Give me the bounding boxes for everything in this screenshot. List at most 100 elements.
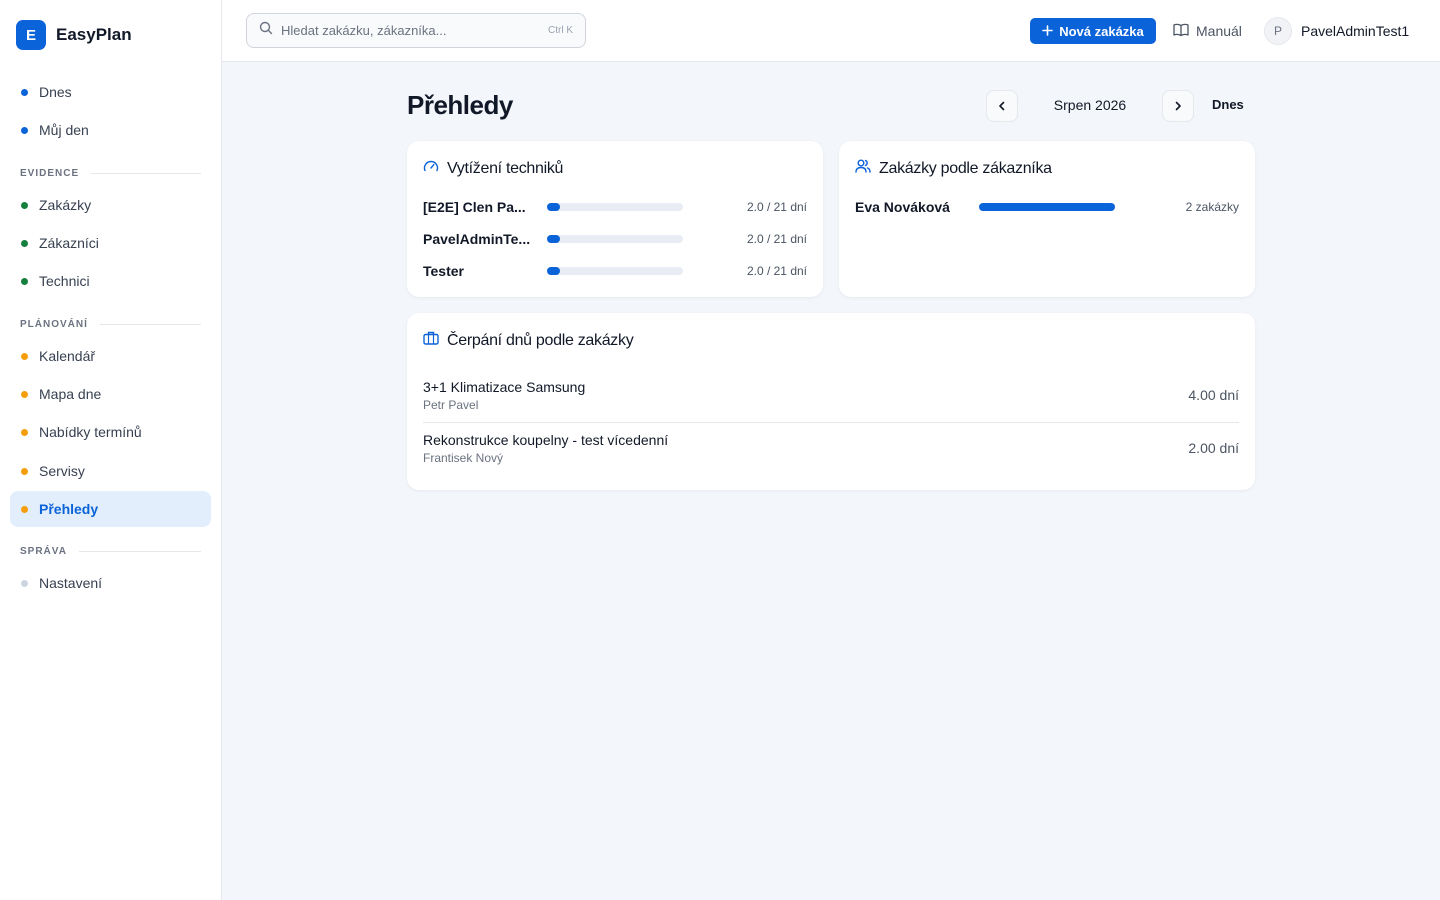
dot-icon: [21, 505, 28, 513]
sidebar-item-prehledy[interactable]: Přehledy: [10, 491, 211, 527]
utilization-value: 2.0 / 21 dní: [746, 264, 807, 278]
sidebar-item-zakazky[interactable]: Zakázky: [10, 187, 211, 223]
sidebar-item-label: Technici: [39, 273, 90, 289]
technician-row: PavelAdminTe... 2.0 / 21 dní: [423, 229, 807, 249]
orders-bar-fill: [979, 203, 1115, 211]
dot-icon: [21, 88, 28, 96]
page-title: Přehledy: [407, 90, 513, 120]
card-title: Čerpání dnů podle zakázky: [423, 331, 634, 350]
chevron-right-icon: [1173, 99, 1183, 114]
sidebar-item-label: Mapa dne: [39, 386, 102, 402]
technician-row: Tester 2.0 / 21 dní: [423, 261, 807, 281]
user-menu[interactable]: P PavelAdminTest1: [1264, 17, 1409, 45]
section-title: EVIDENCE: [20, 168, 80, 179]
card-title: Zakázky podle zákazníka: [855, 159, 1052, 178]
utilization-value: 2.0 / 21 dní: [746, 200, 807, 214]
briefcase-icon: [423, 331, 439, 350]
topbar: Hledat zakázku, zákazníka... Ctrl K Nová…: [222, 0, 1440, 62]
sidebar-item-servisy[interactable]: Servisy: [10, 453, 211, 489]
gauge-icon: [423, 159, 439, 178]
utilization-bar-fill: [547, 235, 560, 243]
search-placeholder: Hledat zakázku, zákazníka...: [281, 23, 447, 38]
search-input[interactable]: Hledat zakázku, zákazníka... Ctrl K: [246, 13, 586, 48]
card-title-text: Čerpání dnů podle zakázky: [447, 331, 634, 349]
search-icon: [259, 21, 273, 40]
sidebar-item-label: Přehledy: [39, 501, 99, 517]
book-icon: [1173, 23, 1189, 40]
order-name: Rekonstrukce koupelny - test vícedenní: [423, 432, 669, 448]
divider: [91, 173, 201, 174]
technician-row: [E2E] Clen Pa... 2.0 / 21 dní: [423, 197, 807, 217]
next-month-button[interactable]: [1162, 90, 1194, 122]
new-order-button[interactable]: Nová zakázka: [1030, 18, 1156, 44]
dot-icon: [21, 428, 28, 436]
section-planovani: PLÁNOVÁNÍ: [20, 319, 201, 330]
sidebar-item-muj-den[interactable]: Můj den: [10, 112, 211, 148]
brand-logo: E: [16, 20, 46, 50]
section-title: PLÁNOVÁNÍ: [20, 319, 88, 330]
today-button[interactable]: Dnes: [1212, 97, 1244, 112]
dot-icon: [21, 126, 28, 134]
orders-bar: [979, 203, 1115, 211]
sidebar-item-label: Servisy: [39, 463, 85, 479]
sidebar-item-kalendar[interactable]: Kalendář: [10, 338, 211, 374]
card-title-text: Zakázky podle zákazníka: [879, 159, 1052, 177]
users-icon: [855, 159, 871, 178]
brand-name: EasyPlan: [56, 25, 132, 44]
divider: [78, 551, 201, 552]
card-title-text: Vytížení techniků: [447, 159, 564, 177]
technician-utilization-card: Vytížení techniků [E2E] Clen Pa... 2.0 /…: [407, 141, 823, 297]
sidebar-item-label: Zakázky: [39, 197, 92, 213]
user-name: PavelAdminTest1: [1301, 23, 1410, 39]
sidebar-item-mapa-dne[interactable]: Mapa dne: [10, 376, 211, 412]
customer-name: Eva Nováková: [855, 199, 950, 215]
avatar: P: [1264, 17, 1292, 45]
dot-icon: [21, 352, 28, 360]
order-customer: Petr Pavel: [423, 398, 479, 412]
card-title: Vytížení techniků: [423, 159, 563, 178]
sidebar-item-label: Můj den: [39, 122, 89, 138]
sidebar-item-zakaznici[interactable]: Zákazníci: [10, 225, 211, 261]
sidebar-item-nabidky-terminu[interactable]: Nabídky termínů: [10, 414, 211, 450]
prev-month-button[interactable]: [986, 90, 1018, 122]
plus-icon: [1042, 24, 1054, 39]
order-row[interactable]: Rekonstrukce koupelny - test vícedenní F…: [423, 432, 1239, 476]
dot-icon: [21, 579, 28, 587]
sidebar-item-label: Dnes: [39, 84, 72, 100]
utilization-bar: [547, 235, 683, 243]
sidebar-item-nastaveni[interactable]: Nastavení: [10, 565, 211, 601]
dot-icon: [21, 277, 28, 285]
sidebar-item-label: Nabídky termínů: [39, 424, 142, 440]
days-by-order-card: Čerpání dnů podle zakázky 3+1 Klimatizac…: [407, 313, 1255, 490]
technician-name: [E2E] Clen Pa...: [423, 199, 526, 215]
section-title: SPRÁVA: [20, 546, 67, 557]
manual-link[interactable]: Manuál: [1173, 18, 1242, 44]
dot-icon: [21, 467, 28, 475]
order-days: 4.00 dní: [1188, 387, 1239, 403]
technician-name: PavelAdminTe...: [423, 231, 531, 247]
order-name: 3+1 Klimatizace Samsung: [423, 379, 586, 395]
sidebar-item-technici[interactable]: Technici: [10, 263, 211, 299]
utilization-value: 2.0 / 21 dní: [746, 232, 807, 246]
order-row[interactable]: 3+1 Klimatizace Samsung Petr Pavel 4.00 …: [423, 379, 1239, 423]
orders-count: 2 zakázky: [1185, 200, 1239, 214]
order-days: 2.00 dní: [1188, 440, 1239, 456]
dot-icon: [21, 201, 28, 209]
sidebar-item-label: Zákazníci: [39, 235, 99, 251]
section-sprava: SPRÁVA: [20, 546, 201, 557]
brand[interactable]: E EasyPlan: [16, 20, 132, 50]
chevron-left-icon: [997, 99, 1007, 114]
search-shortcut: Ctrl K: [548, 25, 573, 36]
dot-icon: [21, 239, 28, 247]
sidebar-item-label: Kalendář: [39, 348, 96, 364]
customer-row: Eva Nováková 2 zakázky: [855, 197, 1239, 217]
sidebar-item-dnes[interactable]: Dnes: [10, 74, 211, 110]
new-order-label: Nová zakázka: [1059, 23, 1144, 39]
utilization-bar: [547, 267, 683, 275]
orders-by-customer-card: Zakázky podle zákazníka Eva Nováková 2 z…: [839, 141, 1255, 297]
order-customer: Frantisek Nový: [423, 451, 504, 465]
divider: [99, 324, 201, 325]
utilization-bar-fill: [547, 203, 560, 211]
utilization-bar: [547, 203, 683, 211]
manual-label: Manuál: [1196, 23, 1242, 39]
